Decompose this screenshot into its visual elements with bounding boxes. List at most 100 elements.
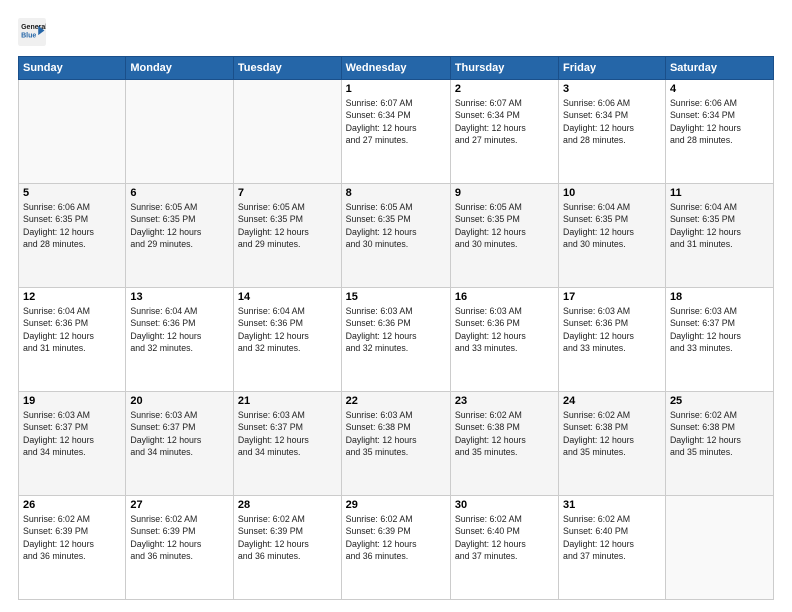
calendar-cell: 23 Sunrise: 6:02 AM Sunset: 6:38 PM Dayli… — [450, 392, 558, 496]
day-number: 17 — [563, 291, 661, 303]
calendar-cell — [665, 496, 773, 600]
day-number: 30 — [455, 499, 554, 511]
day-number: 23 — [455, 395, 554, 407]
calendar-cell: 7 Sunrise: 6:05 AM Sunset: 6:35 PM Daylig… — [233, 184, 341, 288]
calendar-cell — [233, 80, 341, 184]
page: General Blue SundayMondayTuesdayWednesda… — [0, 0, 792, 612]
day-number: 20 — [130, 395, 229, 407]
calendar-week-row: 26Sunrise: 6:02 AM Sunset: 6:39 PM Dayli… — [19, 496, 774, 600]
header: General Blue — [18, 18, 774, 46]
day-number: 28 — [238, 499, 337, 511]
day-info: Sunrise: 6:02 AM Sunset: 6:38 PM Dayligh… — [670, 409, 769, 458]
calendar-header-row: SundayMondayTuesdayWednesdayThursdayFrid… — [19, 57, 774, 80]
day-number: 16 — [455, 291, 554, 303]
calendar-cell: 11Sunrise: 6:04 AM Sunset: 6:35 PM Dayli… — [665, 184, 773, 288]
day-info: Sunrise: 6:03 AM Sunset: 6:38 PM Dayligh… — [346, 409, 446, 458]
day-number: 18 — [670, 291, 769, 303]
calendar-cell: 19Sunrise: 6:03 AM Sunset: 6:37 PM Dayli… — [19, 392, 126, 496]
day-number: 2 — [455, 83, 554, 95]
calendar-cell: 27 Sunrise: 6:02 AM Sunset: 6:39 PM Dayli… — [126, 496, 234, 600]
day-info: Sunrise: 6:05 AM Sunset: 6:35 PM Dayligh… — [346, 201, 446, 250]
day-number: 7 — [238, 187, 337, 199]
calendar-cell: 14 Sunrise: 6:04 AM Sunset: 6:36 PM Dayli… — [233, 288, 341, 392]
day-number: 15 — [346, 291, 446, 303]
day-number: 5 — [23, 187, 121, 199]
day-number: 3 — [563, 83, 661, 95]
day-info: Sunrise: 6:03 AM Sunset: 6:36 PM Dayligh… — [455, 305, 554, 354]
day-info: Sunrise: 6:02 AM Sunset: 6:40 PM Dayligh… — [455, 513, 554, 562]
day-number: 31 — [563, 499, 661, 511]
calendar-week-row: 5 Sunrise: 6:06 AM Sunset: 6:35 PM Daylig… — [19, 184, 774, 288]
day-number: 4 — [670, 83, 769, 95]
day-info: Sunrise: 6:06 AM Sunset: 6:34 PM Dayligh… — [670, 97, 769, 146]
logo-icon: General Blue — [18, 18, 46, 46]
calendar-cell: 30 Sunrise: 6:02 AM Sunset: 6:40 PM Dayli… — [450, 496, 558, 600]
calendar-cell: 12 Sunrise: 6:04 AM Sunset: 6:36 PM Dayli… — [19, 288, 126, 392]
calendar-cell: 28 Sunrise: 6:02 AM Sunset: 6:39 PM Dayli… — [233, 496, 341, 600]
day-info: Sunrise: 6:04 AM Sunset: 6:36 PM Dayligh… — [23, 305, 121, 354]
calendar-cell: 5 Sunrise: 6:06 AM Sunset: 6:35 PM Daylig… — [19, 184, 126, 288]
day-number: 13 — [130, 291, 229, 303]
day-info: Sunrise: 6:05 AM Sunset: 6:35 PM Dayligh… — [455, 201, 554, 250]
day-info: Sunrise: 6:04 AM Sunset: 6:35 PM Dayligh… — [670, 201, 769, 250]
calendar-cell: 10Sunrise: 6:04 AM Sunset: 6:35 PM Dayli… — [559, 184, 666, 288]
calendar-cell — [126, 80, 234, 184]
day-number: 14 — [238, 291, 337, 303]
day-number: 27 — [130, 499, 229, 511]
calendar-cell: 24 Sunrise: 6:02 AM Sunset: 6:38 PM Dayli… — [559, 392, 666, 496]
calendar-cell: 16 Sunrise: 6:03 AM Sunset: 6:36 PM Dayli… — [450, 288, 558, 392]
calendar-cell: 25 Sunrise: 6:02 AM Sunset: 6:38 PM Dayli… — [665, 392, 773, 496]
day-number: 9 — [455, 187, 554, 199]
day-info: Sunrise: 6:03 AM Sunset: 6:37 PM Dayligh… — [130, 409, 229, 458]
day-number: 29 — [346, 499, 446, 511]
weekday-header-saturday: Saturday — [665, 57, 773, 80]
calendar-cell: 15 Sunrise: 6:03 AM Sunset: 6:36 PM Dayli… — [341, 288, 450, 392]
weekday-header-tuesday: Tuesday — [233, 57, 341, 80]
day-info: Sunrise: 6:03 AM Sunset: 6:36 PM Dayligh… — [346, 305, 446, 354]
day-info: Sunrise: 6:03 AM Sunset: 6:37 PM Dayligh… — [670, 305, 769, 354]
day-info: Sunrise: 6:07 AM Sunset: 6:34 PM Dayligh… — [455, 97, 554, 146]
day-info: Sunrise: 6:06 AM Sunset: 6:34 PM Dayligh… — [563, 97, 661, 146]
weekday-header-sunday: Sunday — [19, 57, 126, 80]
calendar-cell: 29Sunrise: 6:02 AM Sunset: 6:39 PM Dayli… — [341, 496, 450, 600]
calendar-table: SundayMondayTuesdayWednesdayThursdayFrid… — [18, 56, 774, 600]
day-number: 12 — [23, 291, 121, 303]
calendar-cell: 6Sunrise: 6:05 AM Sunset: 6:35 PM Daylig… — [126, 184, 234, 288]
calendar-cell: 9 Sunrise: 6:05 AM Sunset: 6:35 PM Daylig… — [450, 184, 558, 288]
day-info: Sunrise: 6:02 AM Sunset: 6:40 PM Dayligh… — [563, 513, 661, 562]
day-number: 19 — [23, 395, 121, 407]
calendar-cell: 13 Sunrise: 6:04 AM Sunset: 6:36 PM Dayli… — [126, 288, 234, 392]
day-info: Sunrise: 6:04 AM Sunset: 6:36 PM Dayligh… — [238, 305, 337, 354]
day-number: 6 — [130, 187, 229, 199]
calendar-cell: 1 Sunrise: 6:07 AM Sunset: 6:34 PM Daylig… — [341, 80, 450, 184]
day-info: Sunrise: 6:02 AM Sunset: 6:38 PM Dayligh… — [455, 409, 554, 458]
day-info: Sunrise: 6:02 AM Sunset: 6:39 PM Dayligh… — [130, 513, 229, 562]
calendar-cell: 3 Sunrise: 6:06 AM Sunset: 6:34 PM Daylig… — [559, 80, 666, 184]
weekday-header-friday: Friday — [559, 57, 666, 80]
day-number: 24 — [563, 395, 661, 407]
day-number: 25 — [670, 395, 769, 407]
day-info: Sunrise: 6:04 AM Sunset: 6:36 PM Dayligh… — [130, 305, 229, 354]
weekday-header-monday: Monday — [126, 57, 234, 80]
calendar-cell: 31 Sunrise: 6:02 AM Sunset: 6:40 PM Dayli… — [559, 496, 666, 600]
calendar-week-row: 19 Sunrise: 6:03 AM Sunset: 6:37 PM Dayli… — [19, 392, 774, 496]
day-info: Sunrise: 6:03 AM Sunset: 6:36 PM Dayligh… — [563, 305, 661, 354]
day-info: Sunrise: 6:03 AM Sunset: 6:37 PM Dayligh… — [238, 409, 337, 458]
day-info: Sunrise: 6:07 AM Sunset: 6:34 PM Dayligh… — [346, 97, 446, 146]
weekday-header-thursday: Thursday — [450, 57, 558, 80]
calendar-cell: 8Sunrise: 6:05 AM Sunset: 6:35 PM Daylig… — [341, 184, 450, 288]
day-info: Sunrise: 6:05 AM Sunset: 6:35 PM Dayligh… — [238, 201, 337, 250]
calendar-cell: 22Sunrise: 6:03 AM Sunset: 6:38 PM Dayli… — [341, 392, 450, 496]
svg-text:Blue: Blue — [21, 32, 36, 39]
day-number: 10 — [563, 187, 661, 199]
day-info: Sunrise: 6:02 AM Sunset: 6:39 PM Dayligh… — [238, 513, 337, 562]
day-number: 21 — [238, 395, 337, 407]
logo: General Blue — [18, 18, 50, 46]
day-info: Sunrise: 6:06 AM Sunset: 6:35 PM Dayligh… — [23, 201, 121, 250]
calendar-cell: 2 Sunrise: 6:07 AM Sunset: 6:34 PM Daylig… — [450, 80, 558, 184]
weekday-header-wednesday: Wednesday — [341, 57, 450, 80]
day-number: 1 — [346, 83, 446, 95]
calendar-cell: 18 Sunrise: 6:03 AM Sunset: 6:37 PM Dayli… — [665, 288, 773, 392]
calendar-cell: 20 Sunrise: 6:03 AM Sunset: 6:37 PM Dayli… — [126, 392, 234, 496]
day-info: Sunrise: 6:02 AM Sunset: 6:38 PM Dayligh… — [563, 409, 661, 458]
